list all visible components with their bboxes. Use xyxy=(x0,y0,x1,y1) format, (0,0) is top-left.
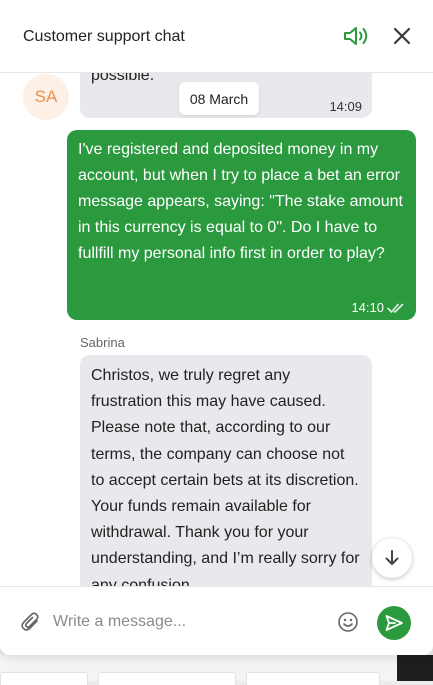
avatar: SA xyxy=(23,74,69,120)
date-separator: 08 March xyxy=(179,82,259,115)
chat-header: Customer support chat xyxy=(0,0,433,73)
message-text: I've registered and deposited money in m… xyxy=(78,141,403,262)
message-time: 14:09 xyxy=(329,99,362,114)
arrow-down-icon xyxy=(385,550,399,565)
incoming-message-bubble: Christos, we truly regret any frustratio… xyxy=(80,355,372,586)
chat-window: Customer support chat SA possible. 14:09… xyxy=(0,0,433,655)
scroll-down-button[interactable] xyxy=(372,538,412,578)
message-time: 14:10 xyxy=(351,300,384,315)
background-card xyxy=(0,672,88,685)
double-check-icon xyxy=(387,301,405,313)
message-text: Christos, we truly regret any frustratio… xyxy=(91,367,360,586)
paperclip-icon[interactable] xyxy=(20,611,42,633)
outgoing-message-bubble: I've registered and deposited money in m… xyxy=(67,130,416,320)
chat-title: Customer support chat xyxy=(23,28,185,45)
message-list[interactable]: SA possible. 14:09 08 March I've registe… xyxy=(0,73,433,586)
send-icon xyxy=(385,615,403,631)
close-icon[interactable] xyxy=(390,24,414,48)
background-card xyxy=(98,672,236,685)
background-dark-panel xyxy=(397,655,433,681)
message-input[interactable] xyxy=(53,609,323,635)
send-button[interactable] xyxy=(377,606,411,640)
background-card xyxy=(246,672,380,685)
message-text: possible. xyxy=(91,73,155,84)
message-composer xyxy=(0,586,433,655)
smiley-icon[interactable] xyxy=(337,611,359,633)
sender-name: Sabrina xyxy=(80,335,125,350)
speaker-volume-icon[interactable] xyxy=(342,24,370,48)
